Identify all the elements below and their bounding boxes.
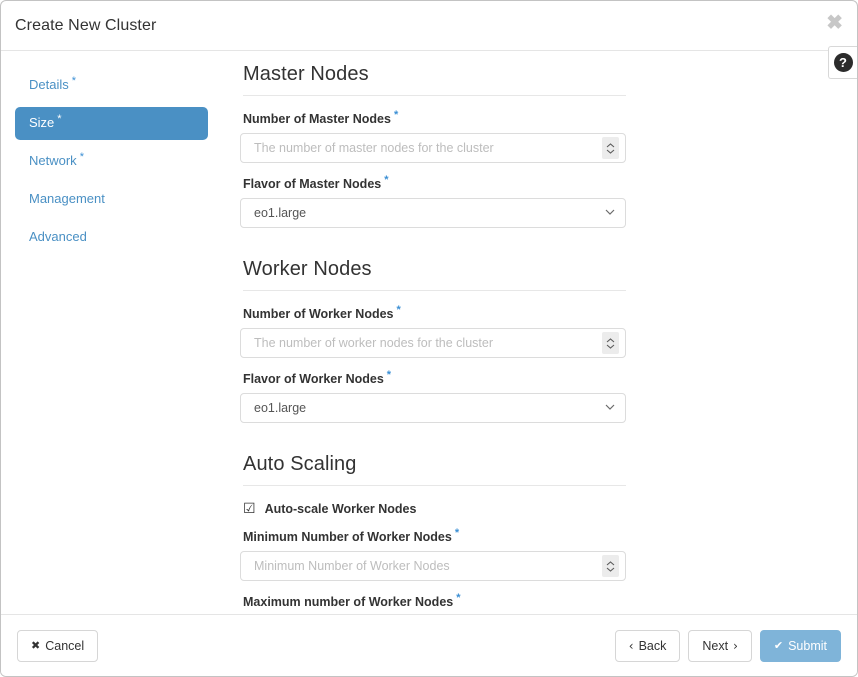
chevron-right-icon: ›: [733, 639, 738, 653]
chevron-down-icon: [606, 344, 615, 349]
required-marker: *: [57, 113, 61, 125]
button-label: Submit: [788, 639, 827, 653]
field-label: Flavor of Worker Nodes*: [243, 372, 626, 387]
field-flavor-of-worker-nodes: Flavor of Worker Nodes* eo1.large: [240, 372, 626, 423]
label-text: Maximum number of Worker Nodes: [243, 595, 453, 609]
chevron-up-icon: [606, 338, 615, 343]
label-text: Flavor of Worker Nodes: [243, 372, 384, 386]
field-flavor-of-master-nodes: Flavor of Master Nodes* eo1.large: [240, 177, 626, 228]
button-label: Back: [639, 639, 667, 653]
field-minimum-number-of-worker-nodes: Minimum Number of Worker Nodes*: [240, 530, 626, 581]
sidebar-item-advanced[interactable]: Advanced: [15, 221, 208, 254]
required-marker: *: [72, 75, 76, 87]
required-marker: *: [455, 527, 459, 539]
back-button[interactable]: ‹ Back: [615, 630, 681, 662]
chevron-down-icon: [606, 149, 615, 154]
checkbox-label: Auto-scale Worker Nodes: [265, 502, 417, 516]
field-number-of-master-nodes: Number of Master Nodes*: [240, 112, 626, 163]
sidebar-item-label: Management: [29, 191, 105, 206]
required-marker: *: [80, 151, 84, 163]
required-marker: *: [387, 369, 391, 381]
number-spinner[interactable]: [602, 137, 619, 159]
label-text: Number of Master Nodes: [243, 112, 391, 126]
field-label: Maximum number of Worker Nodes*: [243, 595, 626, 610]
next-button[interactable]: Next ›: [688, 630, 752, 662]
sidebar-item-network[interactable]: Network*: [15, 145, 208, 178]
dialog-footer: ✖ Cancel ‹ Back Next › ✔ Submit: [1, 614, 857, 676]
question-mark-icon: ?: [834, 53, 853, 72]
auto-scale-worker-nodes-checkbox[interactable]: ☑ Auto-scale Worker Nodes: [243, 502, 626, 516]
flavor-of-master-nodes-select[interactable]: eo1.large: [240, 198, 626, 228]
label-text: Number of Worker Nodes: [243, 307, 394, 321]
chevron-up-icon: [606, 561, 615, 566]
sidebar-item-management[interactable]: Management: [15, 183, 208, 216]
sidebar-item-size[interactable]: Size*: [15, 107, 208, 140]
sidebar-item-label: Details: [29, 77, 69, 92]
sidebar-item-label: Advanced: [29, 229, 87, 244]
field-number-of-worker-nodes: Number of Worker Nodes*: [240, 307, 626, 358]
dialog-body: Details* Size* Network* Management Advan…: [1, 51, 857, 614]
sidebar-item-details[interactable]: Details*: [15, 69, 208, 102]
dialog-title: Create New Cluster: [15, 17, 156, 35]
field-label: Number of Master Nodes*: [243, 112, 626, 127]
required-marker: *: [394, 109, 398, 121]
create-cluster-dialog: Create New Cluster ✖ ? Details* Size* Ne…: [0, 0, 858, 677]
button-label: Next: [702, 639, 728, 653]
chevron-left-icon: ‹: [629, 639, 634, 653]
number-spinner[interactable]: [602, 332, 619, 354]
number-of-master-nodes-input[interactable]: [240, 133, 626, 163]
close-icon[interactable]: ✖: [826, 13, 843, 33]
submit-button[interactable]: ✔ Submit: [760, 630, 841, 662]
help-button[interactable]: ?: [828, 46, 857, 79]
required-marker: *: [397, 304, 401, 316]
field-label: Flavor of Master Nodes*: [243, 177, 626, 192]
number-of-worker-nodes-input[interactable]: [240, 328, 626, 358]
section-title-auto-scaling: Auto Scaling: [243, 453, 626, 486]
required-marker: *: [384, 174, 388, 186]
section-title-worker-nodes: Worker Nodes: [243, 258, 626, 291]
label-text: Flavor of Master Nodes: [243, 177, 381, 191]
selected-value: eo1.large: [254, 401, 306, 415]
field-maximum-number-of-worker-nodes: Maximum number of Worker Nodes*: [240, 595, 626, 614]
chevron-down-icon: [606, 567, 615, 572]
selected-value: eo1.large: [254, 206, 306, 220]
number-spinner[interactable]: [602, 555, 619, 577]
minimum-number-of-worker-nodes-input[interactable]: [240, 551, 626, 581]
field-label: Number of Worker Nodes*: [243, 307, 626, 322]
sidebar-item-label: Network: [29, 153, 77, 168]
flavor-of-worker-nodes-select[interactable]: eo1.large: [240, 393, 626, 423]
sidebar-item-label: Size: [29, 115, 54, 130]
section-title-master-nodes: Master Nodes: [243, 63, 626, 96]
field-label: Minimum Number of Worker Nodes*: [243, 530, 626, 545]
x-icon: ✖: [31, 639, 40, 652]
chevron-up-icon: [606, 143, 615, 148]
wizard-step-nav: Details* Size* Network* Management Advan…: [1, 51, 222, 614]
check-icon: ✔: [774, 639, 783, 652]
checkbox-checked-icon: ☑: [243, 502, 256, 516]
label-text: Minimum Number of Worker Nodes: [243, 530, 452, 544]
required-marker: *: [456, 592, 460, 604]
size-step-form: Master Nodes Number of Master Nodes*: [222, 51, 857, 614]
button-label: Cancel: [45, 639, 84, 653]
cancel-button[interactable]: ✖ Cancel: [17, 630, 98, 662]
dialog-header: Create New Cluster ✖: [1, 1, 857, 51]
